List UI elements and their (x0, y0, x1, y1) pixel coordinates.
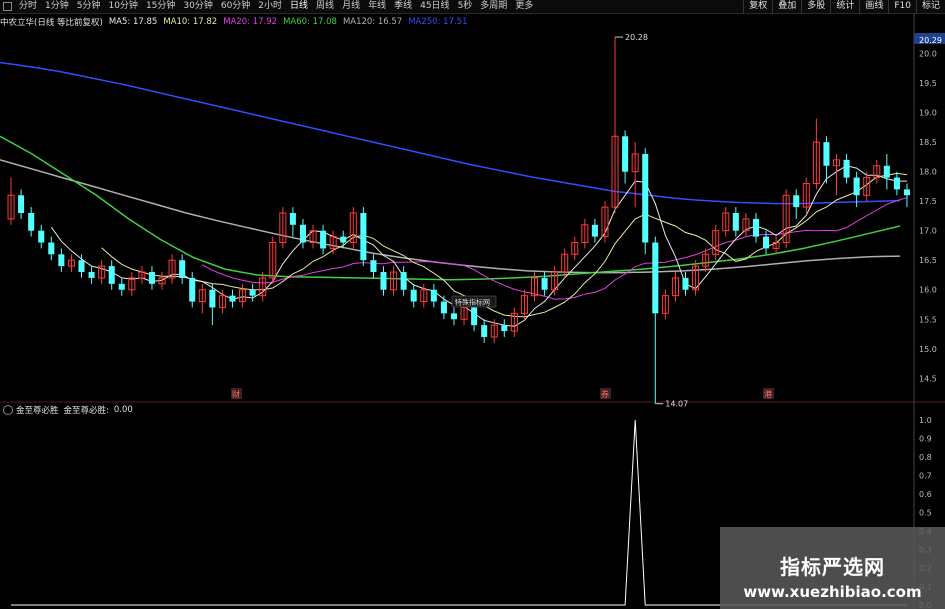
candle-body (18, 195, 25, 213)
candle-body (471, 307, 478, 326)
y-tick-label: 18.0 (919, 168, 937, 177)
candle-body (299, 224, 306, 243)
candle-body (622, 136, 629, 172)
candle-body (481, 325, 488, 337)
candle-body (752, 218, 759, 237)
candle-body (843, 159, 850, 178)
candle-body (883, 165, 890, 178)
y-tick-label: 15.0 (919, 345, 937, 354)
candle-body (893, 177, 900, 190)
y-tick-label: 17.0 (919, 227, 937, 236)
y-tick-label: 20.29 (919, 36, 942, 45)
ma250-line (0, 61, 901, 205)
candle-body (88, 272, 95, 278)
candle-body (209, 289, 216, 308)
candle-body (410, 289, 417, 302)
watermark: 指标严选网 www.xuezhibiao.com (720, 527, 945, 609)
candle-body (793, 195, 800, 208)
candle-body (48, 242, 55, 255)
candle-body (360, 213, 367, 261)
candle-body (148, 272, 155, 284)
candle-body (78, 260, 85, 273)
candlestick-chart[interactable]: 20.29 20.0 19.5 19.0 18.5 18.0 17.5 17.0 16.5 16.… (0, 0, 945, 609)
candle-body (853, 177, 860, 196)
y-tick-label: 20.0 (919, 50, 937, 59)
candle-body (642, 153, 649, 243)
candle-body (179, 260, 186, 278)
candle-body (652, 242, 659, 314)
low-label: 14.07 (665, 400, 688, 409)
y-tick-label: 17.5 (919, 197, 937, 206)
event-marker-label: 港 (764, 389, 772, 399)
y-tick-label: 19.5 (919, 79, 937, 88)
candle-body (541, 277, 548, 290)
candle-body (249, 289, 256, 296)
candle-body (440, 301, 447, 314)
sub-y-tick-label: 0.7 (919, 472, 932, 481)
sub-y-tick-label: 0.6 (919, 490, 932, 499)
candle-body (118, 283, 125, 290)
candle-body (108, 266, 115, 284)
y-tick-label: 16.0 (919, 286, 937, 295)
event-marker-label: 财 (232, 389, 240, 399)
event-marker-label: 券 (601, 389, 609, 399)
sub-y-tick-label: 1.0 (919, 416, 932, 425)
candle-body (430, 289, 437, 302)
high-label: 20.28 (625, 33, 648, 42)
candle-body (380, 272, 387, 290)
sub-y-tick-label: 0.9 (919, 435, 932, 444)
y-tick-label: 18.5 (919, 138, 937, 147)
candle-body (189, 277, 196, 302)
candle-body (58, 254, 65, 267)
candle-body (229, 295, 236, 302)
y-tick-label: 15.5 (919, 315, 937, 324)
indicator-tag-label: 特殊指标网 (455, 298, 490, 307)
sub-y-tick-label: 0.8 (919, 453, 932, 462)
candle-body (823, 142, 830, 166)
candle-body (400, 272, 407, 290)
y-tick-label: 19.0 (919, 109, 937, 118)
candle-body (28, 213, 35, 231)
y-tick-label: 16.5 (919, 256, 937, 265)
candle-body (370, 260, 377, 273)
candle-body (763, 236, 770, 249)
candle-body (289, 213, 296, 225)
candle-body (38, 230, 45, 243)
candle-body (501, 325, 508, 332)
candle-body (591, 224, 598, 237)
watermark-title: 指标严选网 (780, 555, 885, 579)
candle-body (732, 213, 739, 231)
candle-body (340, 236, 347, 243)
sub-y-tick-label: 0.5 (919, 509, 932, 518)
candle-body (450, 313, 457, 320)
candle-body (320, 230, 327, 249)
watermark-url: www.xuezhibiao.com (743, 583, 922, 601)
candle-body (903, 189, 910, 196)
candle-body (682, 277, 689, 290)
y-tick-label: 14.5 (919, 374, 937, 383)
ma60-line (0, 135, 901, 281)
